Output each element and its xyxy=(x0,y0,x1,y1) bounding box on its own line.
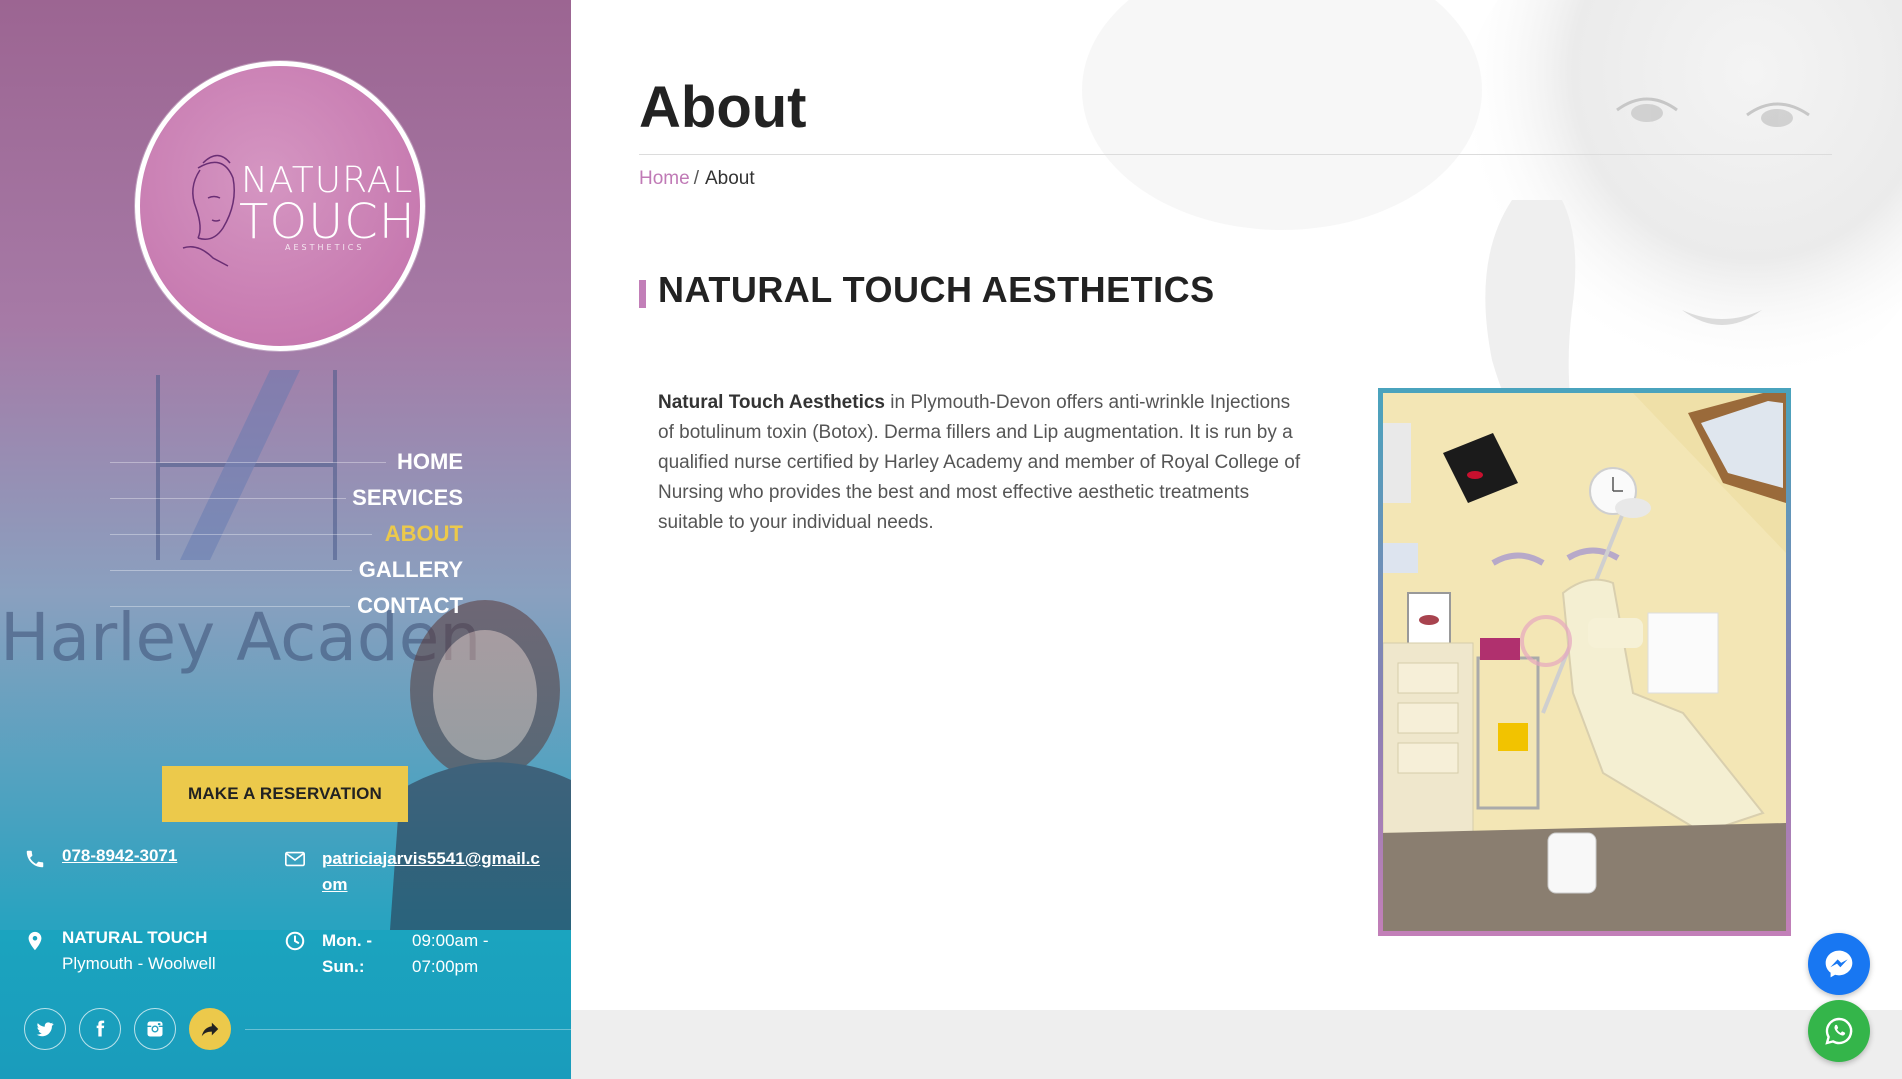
about-bold: Natural Touch Aesthetics xyxy=(658,392,885,413)
sidebar: Harley Acaden NATURAL TOUCH AESTHETICS H… xyxy=(0,0,571,1079)
nav-link-contact[interactable]: CONTACT xyxy=(345,593,463,619)
about-body: in Plymouth-Devon offers anti-wrinkle In… xyxy=(658,392,1301,533)
nav-divider xyxy=(110,606,350,607)
nav-link-home[interactable]: HOME xyxy=(385,449,463,475)
make-reservation-button[interactable]: MAKE A RESERVATION xyxy=(162,766,408,822)
clinic-room-image xyxy=(1383,393,1786,931)
section-title: NATURAL TOUCH AESTHETICS xyxy=(658,269,1215,310)
footer-band xyxy=(571,1010,1902,1079)
map-pin-icon xyxy=(28,931,42,951)
breadcrumb: Home / About xyxy=(639,168,755,190)
share-icon xyxy=(201,1022,219,1037)
facebook-button[interactable] xyxy=(79,1008,121,1050)
phone-icon xyxy=(26,850,44,868)
social-links xyxy=(24,1008,231,1050)
logo-word-touch: TOUCH xyxy=(239,194,416,250)
nav-link-about[interactable]: ABOUT xyxy=(373,521,463,547)
nav-divider xyxy=(110,462,386,463)
hours-days: Mon. - Sun.: xyxy=(322,931,373,976)
clock-icon xyxy=(285,931,305,951)
whatsapp-chat-button[interactable] xyxy=(1808,1000,1870,1062)
nav-item-home: HOME xyxy=(100,444,463,480)
phone-link[interactable]: 078-8942-3071 xyxy=(62,846,177,866)
page-title: About xyxy=(639,75,807,140)
email-link[interactable]: patriciajarvis5541@gmail.com xyxy=(322,846,547,898)
clinic-room-photo xyxy=(1378,388,1791,936)
main-nav: HOME SERVICES ABOUT GALLERY CONTACT xyxy=(100,444,463,624)
instagram-icon xyxy=(147,1021,163,1037)
breadcrumb-home-link[interactable]: Home xyxy=(639,168,690,189)
twitter-icon xyxy=(36,1022,54,1037)
nav-link-services[interactable]: SERVICES xyxy=(340,485,463,511)
messenger-icon xyxy=(1825,950,1853,978)
breadcrumb-separator: / xyxy=(693,168,699,189)
address-subtitle: Plymouth - Woolwell xyxy=(62,954,216,973)
breadcrumb-current: About xyxy=(704,168,755,189)
share-button[interactable] xyxy=(189,1008,231,1050)
instagram-button[interactable] xyxy=(134,1008,176,1050)
nav-divider xyxy=(110,534,372,535)
title-divider xyxy=(639,154,1832,155)
nav-item-gallery: GALLERY xyxy=(100,552,463,588)
heading-accent-bar xyxy=(639,280,646,308)
face-silhouette-icon xyxy=(182,154,235,267)
whatsapp-icon xyxy=(1825,1017,1853,1045)
logo[interactable]: NATURAL TOUCH AESTHETICS xyxy=(135,61,425,351)
nav-item-services: SERVICES xyxy=(100,480,463,516)
nav-divider xyxy=(110,498,346,499)
facebook-icon xyxy=(96,1020,105,1037)
hours-times: 09:00am - 07:00pm xyxy=(412,931,489,976)
nav-link-gallery[interactable]: GALLERY xyxy=(347,557,463,583)
address-title: NATURAL TOUCH xyxy=(62,928,208,947)
nav-item-about: ABOUT xyxy=(100,516,463,552)
section-heading: NATURAL TOUCH AESTHETICS xyxy=(639,269,1215,310)
social-divider xyxy=(245,1029,571,1030)
envelope-icon xyxy=(285,851,305,867)
nav-divider xyxy=(110,570,352,571)
main-content: About Home / About NATURAL TOUCH AESTHETIC… xyxy=(571,0,1902,1079)
messenger-chat-button[interactable] xyxy=(1808,933,1870,995)
logo-word-aesthetics: AESTHETICS xyxy=(285,243,365,252)
about-paragraph: Natural Touch Aesthetics in Plymouth-Dev… xyxy=(658,388,1308,538)
nav-item-contact: CONTACT xyxy=(100,588,463,624)
twitter-button[interactable] xyxy=(24,1008,66,1050)
